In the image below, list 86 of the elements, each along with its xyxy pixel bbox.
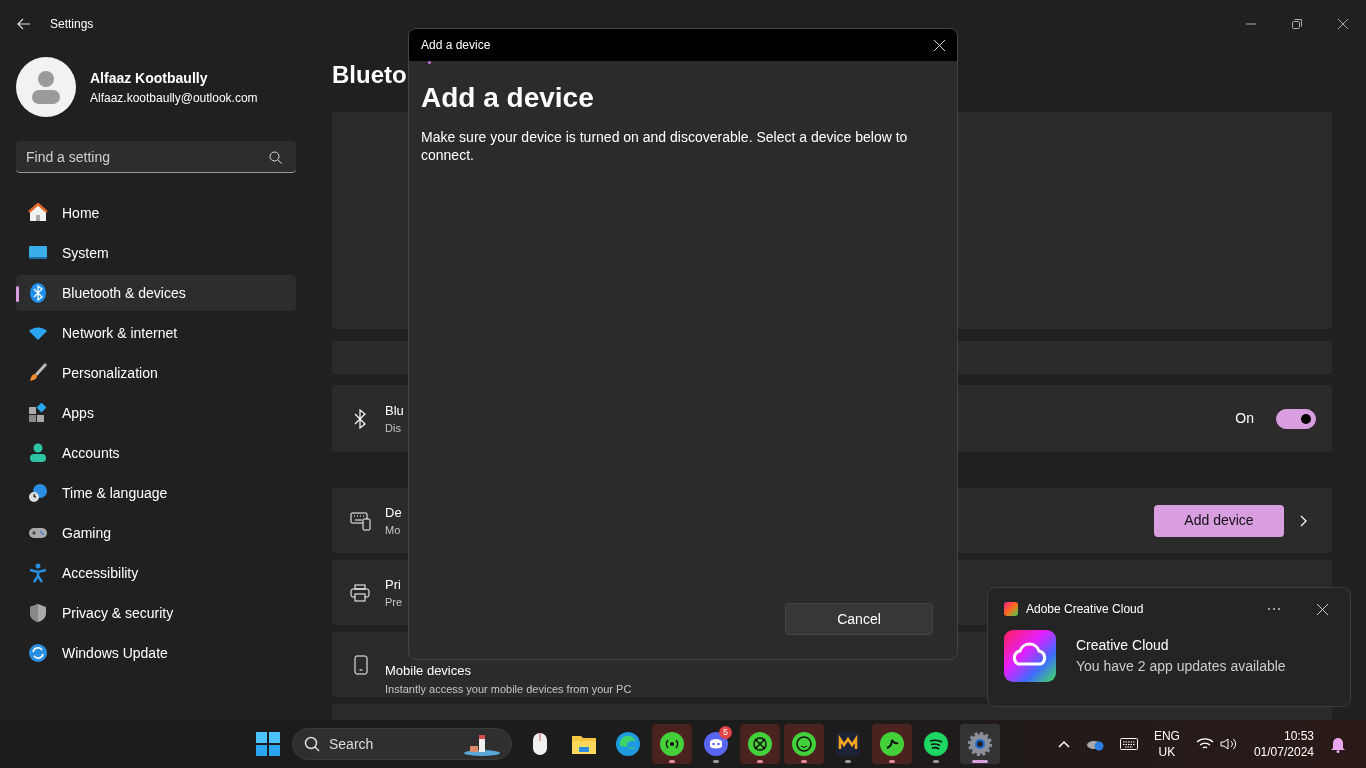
app-logo-icon (1004, 602, 1018, 616)
nav-item[interactable]: Windows Update (16, 635, 296, 671)
row-title: Mobile devices (385, 662, 472, 680)
clock-date[interactable]: 01/07/2024 (1253, 744, 1314, 760)
nav-item[interactable]: Personalization (16, 355, 296, 391)
chevron-up-icon[interactable] (1057, 740, 1070, 748)
row-subtitle: Mo (385, 523, 402, 538)
zigzag-icon (834, 730, 862, 758)
nav-item[interactable]: Apps (16, 395, 296, 431)
row-subtitle: Pre (385, 595, 403, 610)
nav-item[interactable]: Accessibility (16, 555, 296, 591)
nav-item[interactable]: Privacy & security (16, 595, 296, 631)
taskbar-app-button[interactable] (960, 724, 1000, 764)
keyboard-device-icon (350, 510, 372, 531)
notification-message: You have 2 app updates available (1076, 657, 1286, 676)
dialog-title: Add a device (421, 37, 491, 54)
language-indicator[interactable]: ENG (1153, 728, 1180, 744)
user-email: Alfaaz.kootbaully@outlook.com (90, 89, 258, 107)
toggle-switch[interactable] (1276, 408, 1316, 429)
refresh-icon (28, 643, 48, 663)
cancel-button[interactable]: Cancel (785, 603, 933, 635)
broadcast-icon (658, 730, 686, 758)
phone-icon (354, 654, 368, 675)
smiley-icon (790, 730, 818, 758)
back-arrow-icon[interactable] (17, 18, 31, 30)
nav-item[interactable]: Accounts (16, 435, 296, 471)
row-title: De (385, 503, 402, 522)
taskbar-app-button[interactable] (652, 724, 692, 764)
windows-logo-icon (256, 732, 280, 756)
row-title: Pri (385, 575, 402, 594)
dialog-description: Make sure your device is turned on and discoverable. Select a device below to connect. (421, 128, 909, 164)
more-options-icon[interactable] (1267, 607, 1281, 611)
keyboard-icon[interactable] (1119, 738, 1138, 750)
paintbrush-icon (28, 363, 48, 383)
search-icon (304, 736, 320, 752)
nav-item[interactable]: Network & internet (16, 315, 296, 351)
app-name: Adobe Creative Cloud (1026, 601, 1144, 618)
setting-search-field[interactable]: Find a setting (16, 141, 296, 173)
toggle-state-label: On (1235, 409, 1254, 428)
shield-icon (28, 603, 48, 623)
browser-icon (614, 730, 642, 758)
avatar (16, 57, 76, 117)
taskbar-app-button[interactable] (784, 724, 824, 764)
cloud-logo-icon (1004, 630, 1056, 682)
printer-icon (350, 583, 370, 602)
person-icon (28, 443, 48, 463)
nav-item[interactable]: System (16, 235, 296, 271)
row-title: Blu (385, 401, 404, 420)
chat-app-icon (702, 730, 730, 758)
clock-time[interactable]: 10:53 (1253, 728, 1314, 744)
music-app-icon (922, 730, 950, 758)
notification-title: Creative Cloud (1076, 636, 1170, 655)
restore-icon[interactable] (1292, 19, 1302, 29)
row-subtitle: Instantly access your mobile devices from your PC (385, 681, 632, 697)
nav-item[interactable]: Bluetooth & devices (16, 275, 296, 311)
bell-icon[interactable] (1330, 735, 1346, 753)
dialog-heading: Add a device (421, 81, 595, 115)
taskbar-app-button[interactable]: 5 (696, 724, 736, 764)
wifi-icon[interactable] (1195, 737, 1214, 751)
bluetooth-icon (28, 283, 48, 303)
user-name: Alfaaz Kootbaully (90, 68, 209, 88)
search-icon (269, 151, 282, 164)
apps-icon (28, 403, 48, 423)
close-icon[interactable] (1317, 603, 1328, 615)
add-device-button[interactable]: Add device (1154, 504, 1284, 537)
notification-count: 5 (719, 726, 732, 739)
chevron-right-icon (1300, 514, 1308, 527)
row-subtitle: Dis (385, 421, 402, 436)
nav-item[interactable]: Time & language (16, 475, 296, 511)
bluetooth-icon (354, 408, 366, 429)
gear-icon (966, 730, 994, 758)
taskbar-search-field[interactable]: Search (292, 728, 512, 760)
page-title: Blueto (332, 61, 407, 88)
lighthouse-icon (462, 732, 502, 756)
close-icon[interactable] (1338, 19, 1348, 29)
nav-item[interactable]: Gaming (16, 515, 296, 551)
speaker-icon[interactable] (1219, 737, 1238, 751)
window-title: Settings (50, 16, 94, 33)
accessibility-icon (28, 563, 48, 583)
taskbar-app-button[interactable] (740, 724, 780, 764)
home-icon (28, 203, 48, 223)
taskbar-app-button[interactable] (872, 724, 912, 764)
nav-item[interactable]: Home (16, 195, 296, 231)
globe-clock-icon (28, 483, 48, 503)
region-indicator[interactable]: UK (1153, 744, 1180, 760)
progress-dot (428, 61, 431, 64)
